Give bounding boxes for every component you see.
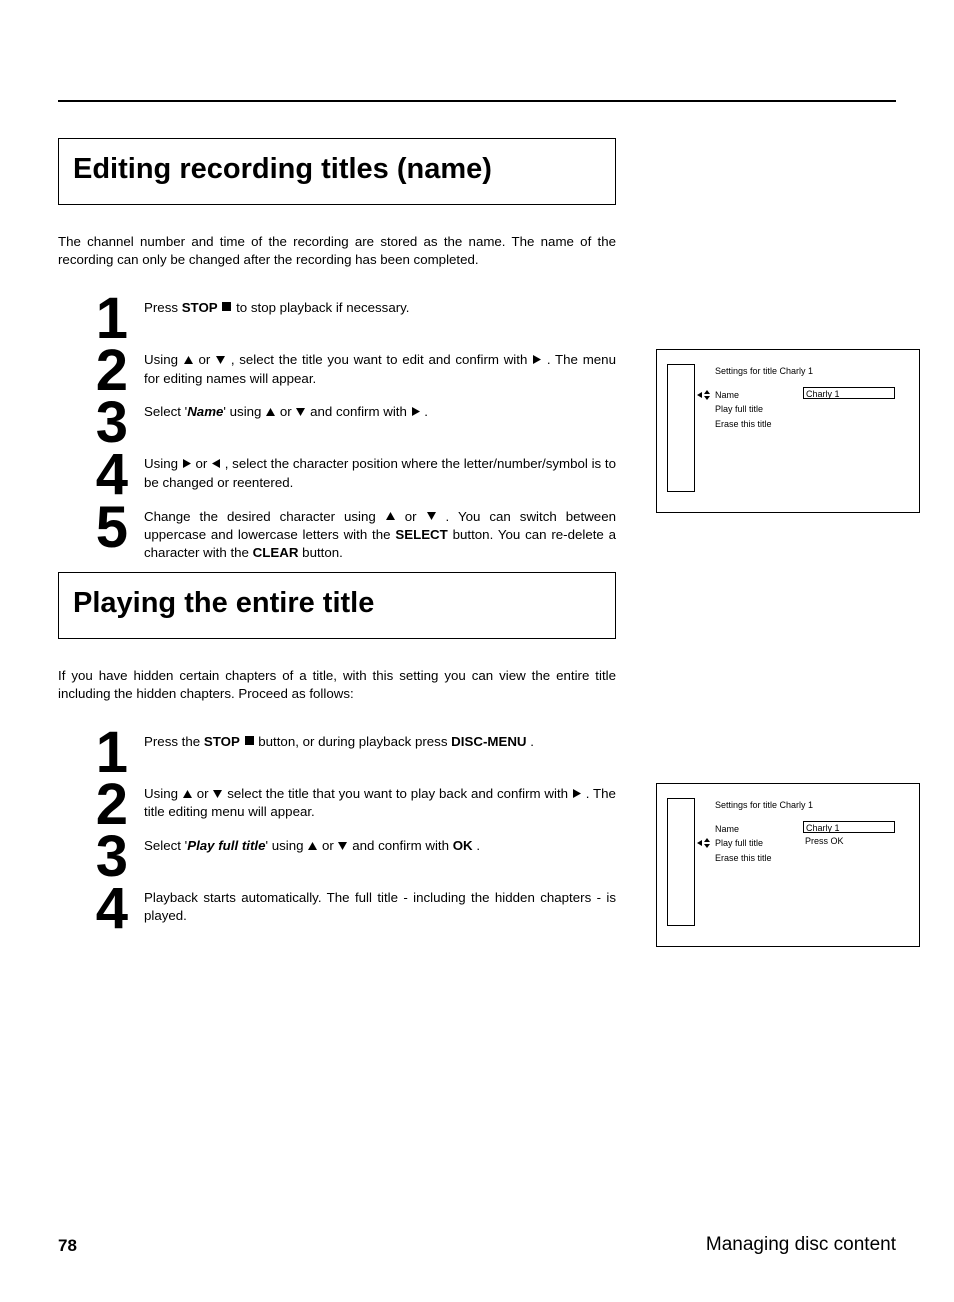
stop-icon [221, 299, 232, 317]
ok-button-label: OK [453, 838, 473, 853]
stop-icon [244, 733, 255, 751]
right-icon [182, 456, 192, 474]
name-option: Name [187, 404, 223, 419]
right-icon [532, 352, 542, 370]
step-2: 2 Using or , select the title you want t… [58, 345, 616, 397]
section1-intro: The channel number and time of the recor… [58, 233, 616, 269]
step-number: 5 [58, 502, 138, 554]
step-text: Change the desired character using or . … [138, 502, 616, 562]
section1-steps: 1 Press STOP to stop playback if necessa… [58, 293, 896, 562]
osd-title: Settings for title Charly 1 [715, 366, 813, 376]
up-icon [265, 404, 276, 422]
select-button-label: SELECT [395, 527, 447, 542]
osd-left-panel [667, 798, 695, 926]
down-icon [215, 352, 226, 370]
footer-chapter-title: Managing disc content [706, 1234, 896, 1256]
step-text: Press the STOP button, or during playbac… [138, 727, 616, 751]
right-icon [411, 404, 421, 422]
right-icon [572, 786, 582, 804]
osd-name-field: Charly 1 [803, 821, 895, 833]
step-2: 2 Using or select the title that you wan… [58, 779, 616, 831]
stop-button-label: STOP [182, 300, 218, 315]
osd-press-ok: Press OK [805, 836, 844, 846]
down-icon [295, 404, 306, 422]
down-icon [426, 508, 437, 526]
section2-steps: 1 Press the STOP button, or during playb… [58, 727, 896, 936]
step-number: 4 [58, 883, 138, 935]
step-1: 1 Press STOP to stop playback if necessa… [58, 293, 616, 345]
step-text: Press STOP to stop playback if necessary… [138, 293, 616, 317]
step-text: Using or , select the title you want to … [138, 345, 616, 387]
section2-title: Playing the entire title [73, 587, 601, 620]
osd-screenshot-1: Settings for title Charly 1 Name Play fu… [656, 349, 920, 513]
up-icon [182, 786, 193, 804]
step-4: 4 Playback starts automatically. The ful… [58, 883, 616, 935]
section1-title-box: Editing recording titles (name) [58, 138, 616, 205]
section1-title: Editing recording titles (name) [73, 153, 601, 186]
osd-title: Settings for title Charly 1 [715, 800, 813, 810]
osd-left-panel [667, 364, 695, 492]
step-3: 3 Select 'Play full title' using or and … [58, 831, 616, 883]
step-text: Using or select the title that you want … [138, 779, 616, 821]
step-number: 4 [58, 449, 138, 501]
step-4: 4 Using or , select the character positi… [58, 449, 616, 501]
disc-menu-button-label: DISC-MENU [451, 734, 526, 749]
down-icon [212, 786, 223, 804]
osd-menu-list: Name Play full title Erase this title [715, 822, 772, 865]
clear-button-label: CLEAR [253, 545, 299, 560]
osd-item: Name [715, 822, 772, 836]
section2-title-box: Playing the entire title [58, 572, 616, 639]
page-number: 78 [58, 1236, 77, 1256]
step-1: 1 Press the STOP button, or during playb… [58, 727, 616, 779]
osd-item: Name [715, 388, 772, 402]
osd-nav-arrows-icon [697, 390, 711, 402]
section2-intro: If you have hidden certain chapters of a… [58, 667, 616, 703]
left-icon [211, 456, 221, 474]
osd-item: Erase this title [715, 851, 772, 865]
osd-screenshot-2: Settings for title Charly 1 Name Play fu… [656, 783, 920, 947]
osd-name-field: Charly 1 [803, 387, 895, 399]
up-icon [307, 838, 318, 856]
down-icon [337, 838, 348, 856]
step-text: Using or , select the character position… [138, 449, 616, 491]
osd-item: Erase this title [715, 417, 772, 431]
osd-item: Play full title [715, 836, 772, 850]
step-5: 5 Change the desired character using or … [58, 502, 616, 562]
step-text: Playback starts automatically. The full … [138, 883, 616, 925]
up-icon [385, 508, 396, 526]
osd-nav-arrows-icon [697, 838, 711, 850]
page-footer: 78 Managing disc content [58, 1234, 896, 1256]
up-icon [183, 352, 194, 370]
stop-button-label: STOP [204, 734, 240, 749]
osd-item: Play full title [715, 402, 772, 416]
step-text: Select 'Play full title' using or and co… [138, 831, 616, 855]
step-3: 3 Select 'Name' using or and confirm wit… [58, 397, 616, 449]
play-full-title-option: Play full title [187, 838, 265, 853]
step-text: Select 'Name' using or and confirm with … [138, 397, 616, 421]
top-rule [58, 100, 896, 102]
osd-menu-list: Name Play full title Erase this title [715, 388, 772, 431]
